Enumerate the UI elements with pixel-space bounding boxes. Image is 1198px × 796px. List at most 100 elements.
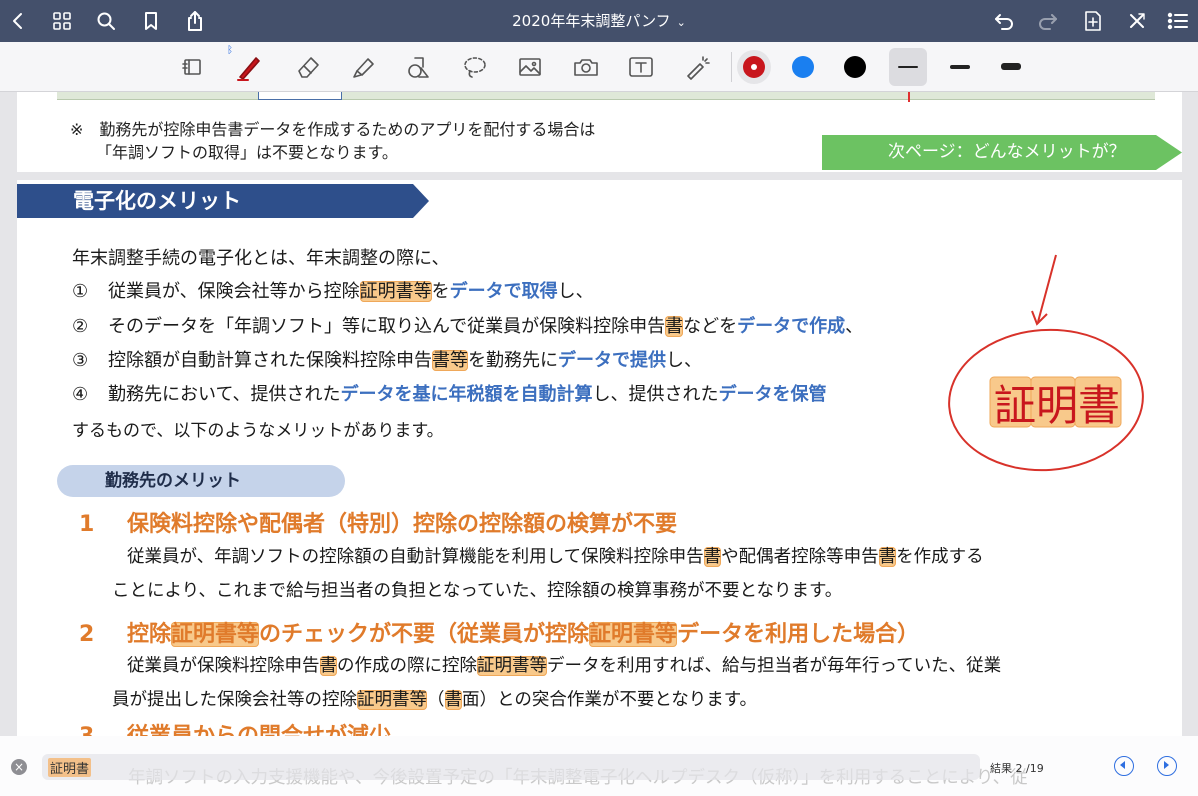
text-segment: のチェックが不要（従業員が控除 xyxy=(259,622,590,647)
search-query: 証明書 xyxy=(48,758,92,777)
search-result-count: 結果 2 /19 xyxy=(990,762,1044,775)
stroke-width-fine-icon xyxy=(898,66,918,68)
title-chevron-icon: ⌄ xyxy=(676,16,686,29)
search-hit: 書 xyxy=(878,547,897,567)
green-table-bottom xyxy=(57,92,1155,100)
search-hit: 書 xyxy=(703,547,722,567)
share-icon[interactable] xyxy=(177,0,213,42)
redo-icon[interactable] xyxy=(1030,0,1066,42)
image-tool-icon[interactable] xyxy=(510,47,550,87)
merit-heading-text: 従業員からの問合せが減少 xyxy=(127,724,391,736)
next-page-arrow-banner: 次ページ：どんなメリットが？ xyxy=(822,135,1182,170)
drawing-toolbar: ᛒ xyxy=(0,42,1198,92)
text-segment: 控除 xyxy=(127,622,172,647)
color-swatch-blue[interactable] xyxy=(792,56,814,78)
document-title-button[interactable]: 2020年年末調整パンフ ⌄ xyxy=(512,12,686,30)
previous-result-icon[interactable] xyxy=(1114,756,1134,776)
item-text: そのデータを「年調ソフト」等に取り込んで従業員が保険料控除申告書などをデータで作… xyxy=(108,316,863,337)
search-hit: 証明書等 xyxy=(357,690,427,710)
bluetooth-icon: ᛒ xyxy=(227,45,233,56)
grid-view-icon[interactable] xyxy=(44,0,80,42)
closing-line: するもので、以下のようなメリットがあります。 xyxy=(72,421,444,441)
search-input[interactable]: 証明書 xyxy=(42,754,980,780)
merit-2-body-line1: 従業員が保険料控除申告書の作成の際に控除証明書等データを利用すれば、給与担当者が… xyxy=(127,652,1001,677)
next-result-icon[interactable] xyxy=(1157,756,1177,776)
toolbar-divider xyxy=(731,52,732,82)
pen-tool-icon[interactable]: ᛒ xyxy=(227,45,269,87)
item-num: ③ xyxy=(72,350,89,371)
item-num: ④ xyxy=(72,384,89,405)
text-segment: などを xyxy=(683,316,738,337)
text-segment: 従業員が、保険会社等から控除 xyxy=(108,281,360,302)
section-title-band: 電子化のメリット xyxy=(17,184,429,218)
search-hit: 書 xyxy=(444,690,462,710)
text-segment: 従業員が保険料控除申告 xyxy=(127,656,320,676)
text-segment: 控除額が自動計算された保険料控除申告 xyxy=(108,350,432,371)
merit-heading-text: 保険料控除や配偶者（特別）控除の控除額の検算が不要 xyxy=(127,512,677,537)
merit-1-body-line2: ことにより、これまで給与担当者の負担となっていた、控除額の検算事務が不要となりま… xyxy=(112,577,842,602)
text-segment: を作成する xyxy=(896,547,984,567)
search-hit: 証明書等 xyxy=(359,281,432,302)
back-chevron-icon[interactable] xyxy=(0,0,36,42)
merit-heading-text: 控除証明書等のチェックが不要（従業員が控除証明書等データを利用した場合） xyxy=(127,622,919,647)
search-hit: 書 xyxy=(665,316,684,337)
document-viewport[interactable]: ※ 勤務先が控除申告書データを作成するためのアプリを配付する場合は 「年調ソフト… xyxy=(0,92,1198,736)
search-hit: 書 xyxy=(319,656,337,676)
merit-2-body-line2: 員が提出した保険会社等の控除証明書等（書面）との突合作業が不要となります。 xyxy=(112,686,757,711)
item-text: 勤務先において、提供されたデータを基に年税額を自動計算し、提供されたデータを保管 xyxy=(108,384,827,405)
text-segment: 保険料控除や配偶者（特別）控除の控除額の検算が不要 xyxy=(127,512,678,537)
emphasis-text: データで取得 xyxy=(449,281,558,302)
color-swatch-black[interactable] xyxy=(844,56,866,78)
laser-pointer-tool-icon[interactable] xyxy=(677,47,717,87)
undo-icon[interactable] xyxy=(986,0,1022,42)
red-ink-mark xyxy=(908,92,910,102)
item-line-4: ④ 勤務先において、提供されたデータを基に年税額を自動計算し、提供されたデータを保… xyxy=(72,380,827,406)
text-segment: し、 xyxy=(557,281,594,302)
text-segment: データを利用した場合） xyxy=(677,622,920,647)
stroke-width-medium-icon[interactable] xyxy=(950,65,970,69)
item-line-3: ③ 控除額が自動計算された保険料控除申告書等を勤務先にデータで提供し、 xyxy=(72,346,702,372)
merit-3-heading: 3従業員からの問合せが減少 xyxy=(79,718,391,736)
text-segment: 従業員が、年調ソフトの控除額の自動計算機能を利用して保険料控除申告 xyxy=(127,547,704,567)
text-segment: そのデータを「年調ソフト」等に取り込んで従業員が保険料控除申告 xyxy=(108,316,666,337)
emphasis-text: データで作成 xyxy=(737,316,846,337)
camera-tool-icon[interactable] xyxy=(566,47,606,87)
blue-box-bottom xyxy=(258,92,342,100)
stroke-width-thick-icon[interactable] xyxy=(1001,63,1021,70)
text-segment: （ xyxy=(427,690,445,710)
item-text: 控除額が自動計算された保険料控除申告書等を勤務先にデータで提供し、 xyxy=(108,350,702,371)
highlighter-tool-icon[interactable] xyxy=(343,47,383,87)
text-segment: し、提供された xyxy=(592,384,719,405)
bookmark-icon[interactable] xyxy=(133,0,169,42)
merit-number: 2 xyxy=(79,622,95,647)
merit-1-heading: 1 保険料控除や配偶者（特別）控除の控除額の検算が不要 xyxy=(79,506,677,538)
search-hit: 証明書等 xyxy=(589,622,678,647)
item-line-2: ② そのデータを「年調ソフト」等に取り込んで従業員が保険料控除申告書などをデータで… xyxy=(72,312,863,338)
close-editor-icon[interactable] xyxy=(1119,0,1155,42)
merit-number: 3 xyxy=(79,724,127,736)
text-segment: 従業員からの問合せが減少 xyxy=(127,724,391,736)
shapes-tool-icon[interactable] xyxy=(399,47,439,87)
eraser-tool-icon[interactable] xyxy=(288,47,328,87)
text-segment: 勤務先において、提供された xyxy=(108,384,341,405)
search-hit: 書等 xyxy=(432,350,468,371)
clear-search-icon[interactable]: × xyxy=(11,759,27,775)
search-icon[interactable] xyxy=(88,0,124,42)
text-segment: や配偶者控除等申告 xyxy=(721,547,879,567)
merit-2-heading: 2 控除証明書等のチェックが不要（従業員が控除証明書等データを利用した場合） xyxy=(79,616,919,648)
text-segment: し、 xyxy=(666,350,702,371)
text-tool-icon[interactable] xyxy=(621,47,661,87)
top-nav-bar: 2020年年末調整パンフ ⌄ xyxy=(0,0,1198,42)
text-segment: 員が提出した保険会社等の控除 xyxy=(112,690,357,710)
text-segment: ことにより、これまで給与担当者の負担となっていた、控除額の検算事務が不要となりま… xyxy=(112,581,843,601)
emphasis-text: データを保管 xyxy=(718,384,827,405)
search-hit: 証明書等 xyxy=(171,622,260,647)
text-segment: の作成の際に控除 xyxy=(337,656,477,676)
selected-color-dot xyxy=(751,64,757,70)
more-options-icon[interactable] xyxy=(1160,0,1196,42)
read-mode-icon[interactable] xyxy=(172,47,212,87)
lasso-tool-icon[interactable] xyxy=(455,47,495,87)
employer-merits-pill: 勤務先のメリット xyxy=(57,465,345,497)
add-page-icon[interactable] xyxy=(1075,0,1111,42)
page-content: 電子化のメリット 年末調整手続の電子化とは、年末調整の際に、 ① 従業員が、保険会… xyxy=(17,180,1182,736)
